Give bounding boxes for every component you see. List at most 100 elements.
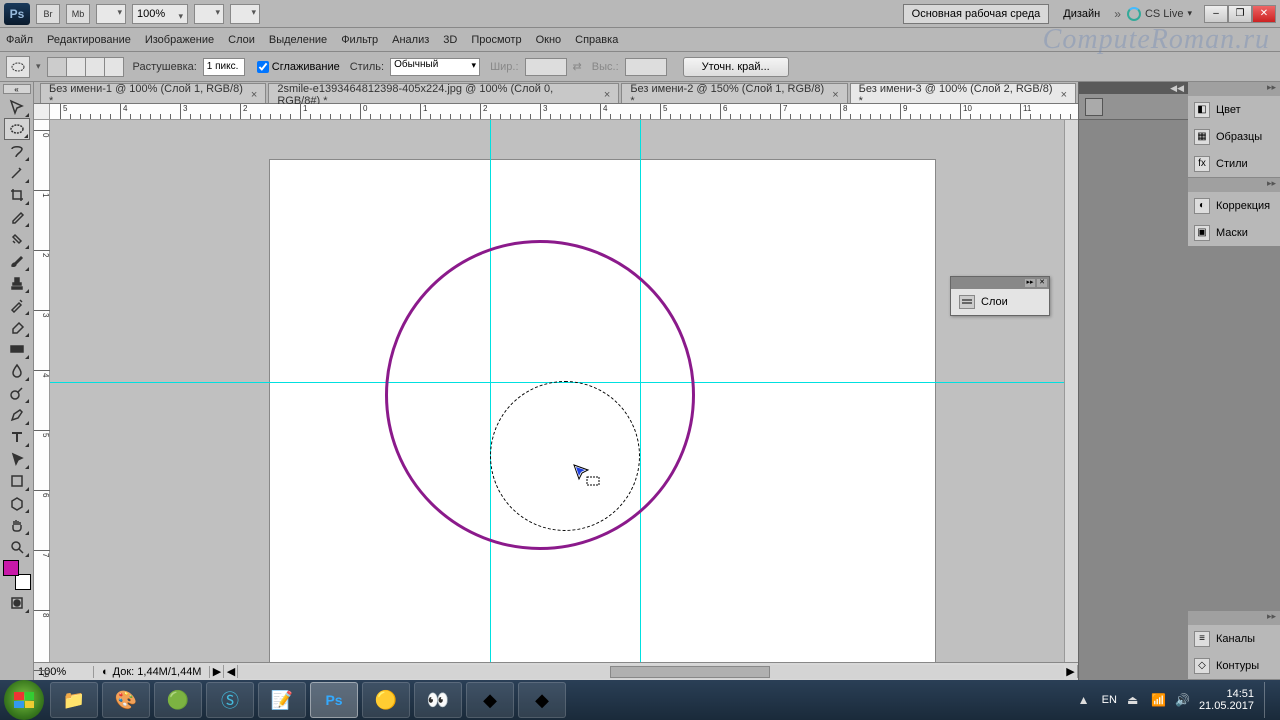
selection-intersect-icon[interactable]: [104, 57, 124, 77]
lasso-tool[interactable]: [4, 140, 30, 162]
3d-tool[interactable]: [4, 492, 30, 514]
brush-tool[interactable]: [4, 250, 30, 272]
float-panel-body[interactable]: Слои: [951, 289, 1049, 315]
panel-collapse-icon[interactable]: ▸▸: [1188, 611, 1280, 625]
tray-language[interactable]: EN: [1102, 694, 1117, 706]
close-button[interactable]: ✕: [1252, 5, 1276, 23]
doc-tab-2[interactable]: 2smile-e1393464812398-405x224.jpg @ 100%…: [268, 83, 619, 103]
taskbar-app[interactable]: 🟡: [362, 682, 410, 718]
shape-tool[interactable]: [4, 470, 30, 492]
close-icon[interactable]: ×: [604, 89, 610, 101]
taskbar-skype[interactable]: Ⓢ: [206, 682, 254, 718]
selection-add-icon[interactable]: [66, 57, 86, 77]
path-select-tool[interactable]: [4, 448, 30, 470]
cslive-button[interactable]: CS Live ▾: [1127, 7, 1192, 21]
tray-clock[interactable]: 14:51 21.05.2017: [1199, 688, 1254, 712]
taskbar-explorer[interactable]: 📁: [50, 682, 98, 718]
taskbar-app[interactable]: ◆: [518, 682, 566, 718]
tray-show-hidden-icon[interactable]: ▲: [1078, 693, 1092, 707]
vertical-scrollbar[interactable]: [1064, 120, 1078, 662]
crop-tool[interactable]: [4, 184, 30, 206]
tray-network-icon[interactable]: 📶: [1151, 693, 1165, 707]
menu-edit[interactable]: Редактирование: [47, 34, 131, 46]
show-desktop-button[interactable]: [1264, 682, 1272, 718]
right-dock-slot[interactable]: [1079, 94, 1188, 120]
menu-select[interactable]: Выделение: [269, 34, 327, 46]
feather-input[interactable]: [203, 58, 245, 76]
scrollbar-thumb[interactable]: [610, 666, 770, 678]
history-brush-tool[interactable]: [4, 294, 30, 316]
menu-help[interactable]: Справка: [575, 34, 618, 46]
marquee-tool[interactable]: [4, 118, 30, 140]
zoom-level-combo[interactable]: 100%: [132, 4, 188, 24]
float-panel-header[interactable]: ▸▸✕: [951, 277, 1049, 289]
wand-tool[interactable]: [4, 162, 30, 184]
panel-color[interactable]: ◧Цвет: [1188, 96, 1280, 123]
selection-new-icon[interactable]: [47, 57, 67, 77]
status-flyout-icon[interactable]: ▶: [210, 665, 224, 678]
minibridge-button[interactable]: Mb: [66, 4, 90, 24]
hand-tool[interactable]: [4, 514, 30, 536]
doc-tab-1[interactable]: Без имени-1 @ 100% (Слой 1, RGB/8) *×: [40, 83, 266, 103]
menu-window[interactable]: Окно: [536, 34, 562, 46]
panel-collapse-icon[interactable]: ▸▸: [1188, 82, 1280, 96]
float-close-icon[interactable]: ✕: [1037, 279, 1047, 287]
taskbar-notepad[interactable]: 📝: [258, 682, 306, 718]
dock-collapse-icon[interactable]: ◀◀: [1079, 82, 1188, 94]
ruler-origin[interactable]: [34, 104, 50, 119]
eyedropper-tool[interactable]: [4, 206, 30, 228]
tray-volume-icon[interactable]: 🔊: [1175, 693, 1189, 707]
panel-styles[interactable]: fxСтили: [1188, 150, 1280, 177]
viewport[interactable]: [50, 120, 1064, 662]
gradient-tool[interactable]: [4, 338, 30, 360]
selection-subtract-icon[interactable]: [85, 57, 105, 77]
color-swatches[interactable]: [3, 560, 31, 590]
start-button[interactable]: [4, 680, 44, 720]
antialias-checkbox[interactable]: Сглаживание: [257, 61, 340, 73]
pen-tool[interactable]: [4, 404, 30, 426]
taskbar-app[interactable]: ◆: [466, 682, 514, 718]
close-icon[interactable]: ×: [1061, 89, 1067, 101]
ruler-horizontal[interactable]: 54321012345678910111213: [50, 104, 1078, 119]
layers-float-panel[interactable]: ▸▸✕ Слои: [950, 276, 1050, 316]
menu-image[interactable]: Изображение: [145, 34, 214, 46]
stamp-tool[interactable]: [4, 272, 30, 294]
menu-layer[interactable]: Слои: [228, 34, 255, 46]
background-swatch[interactable]: [15, 574, 31, 590]
type-tool[interactable]: [4, 426, 30, 448]
eraser-tool[interactable]: [4, 316, 30, 338]
menu-analysis[interactable]: Анализ: [392, 34, 429, 46]
taskbar-chrome[interactable]: 🟢: [154, 682, 202, 718]
dodge-tool[interactable]: [4, 382, 30, 404]
menu-3d[interactable]: 3D: [443, 34, 457, 46]
panel-adjustments[interactable]: ◐Коррекция: [1188, 192, 1280, 219]
doc-tab-4[interactable]: Без имени-3 @ 100% (Слой 2, RGB/8) *×: [850, 83, 1076, 103]
refine-edge-button[interactable]: Уточн. край...: [683, 57, 789, 77]
selection-marquee[interactable]: [490, 381, 640, 531]
scroll-left-icon[interactable]: ◀: [224, 665, 238, 678]
panel-collapse-icon[interactable]: ▸▸: [1188, 178, 1280, 192]
workspace-expand-icon[interactable]: »: [1114, 7, 1121, 21]
extras-dropdown[interactable]: [230, 4, 260, 24]
workspace-design-button[interactable]: Дизайн: [1055, 5, 1108, 23]
toolbox-collapse-icon[interactable]: «: [3, 84, 31, 94]
arrange-dropdown[interactable]: [194, 4, 224, 24]
panel-channels[interactable]: ≡Каналы: [1188, 625, 1280, 652]
horizontal-scrollbar[interactable]: [238, 665, 1064, 679]
antialias-check-input[interactable]: [257, 61, 269, 73]
menu-view[interactable]: Просмотр: [471, 34, 521, 46]
style-select[interactable]: Обычный: [390, 58, 480, 76]
ruler-vertical[interactable]: 0123456789: [34, 120, 50, 662]
bridge-button[interactable]: Br: [36, 4, 60, 24]
menu-file[interactable]: Файл: [6, 34, 33, 46]
doc-tab-3[interactable]: Без имени-2 @ 150% (Слой 1, RGB/8) *×: [621, 83, 847, 103]
quickmask-tool[interactable]: [4, 592, 30, 614]
status-docinfo[interactable]: ◐Док: 1,44M/1,44M: [94, 666, 210, 678]
close-icon[interactable]: ×: [251, 89, 257, 101]
float-collapse-icon[interactable]: ▸▸: [1025, 279, 1035, 287]
panel-swatches[interactable]: ▦Образцы: [1188, 123, 1280, 150]
taskbar-photoshop[interactable]: Ps: [310, 682, 358, 718]
taskbar-app[interactable]: 👀: [414, 682, 462, 718]
close-icon[interactable]: ×: [832, 89, 838, 101]
screen-mode-dropdown[interactable]: [96, 4, 126, 24]
